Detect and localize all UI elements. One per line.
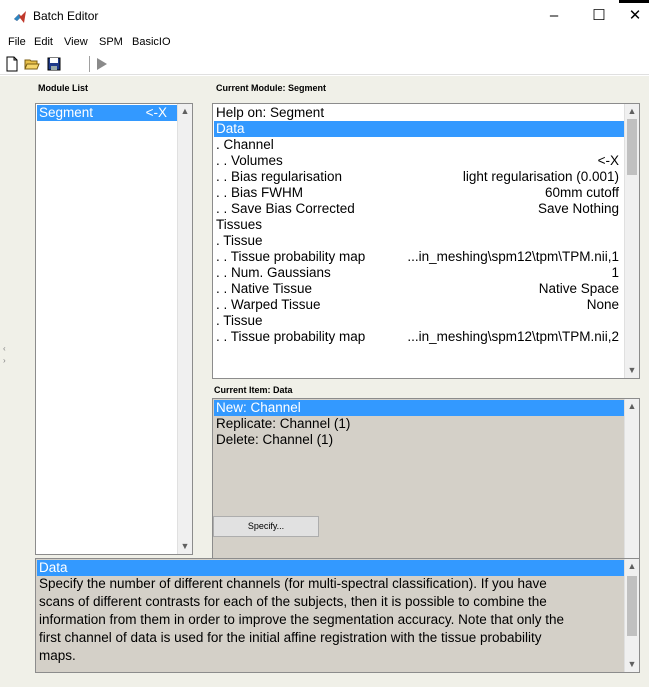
row-label: Help on: Segment	[216, 105, 325, 120]
module-row[interactable]: . . Warped Tissue None	[214, 297, 624, 313]
specify-button[interactable]: Specify...	[213, 516, 319, 537]
scroll-down-arrow-icon[interactable]: ▼	[625, 363, 639, 378]
scroll-thumb[interactable]	[627, 119, 637, 175]
item-row[interactable]: New: Channel	[214, 400, 624, 416]
row-label: . . Tissue probability map	[216, 249, 366, 264]
scroll-down-arrow-icon[interactable]: ▼	[625, 657, 639, 672]
close-button[interactable]: ✕	[621, 4, 649, 28]
module-list-label: Module List	[38, 83, 88, 93]
menu-bar: File Edit View SPM BasicIO	[0, 32, 649, 52]
module-row[interactable]: . . Num. Gaussians 1	[214, 265, 624, 281]
row-value: light regularisation (0.001)	[462, 169, 619, 184]
run-play-icon[interactable]	[94, 56, 110, 72]
current-module-scrollbar[interactable]: ▲ ▼	[624, 104, 639, 378]
row-value: Save Nothing	[537, 201, 619, 216]
row-value: Native Space	[538, 281, 619, 296]
toolbar-separator	[89, 56, 90, 72]
item-row[interactable]: Replicate: Channel (1)	[214, 416, 624, 432]
module-list[interactable]: Segment <-X ▲ ▼	[35, 103, 193, 555]
open-folder-icon[interactable]	[24, 56, 40, 72]
help-line: maps.	[39, 648, 76, 663]
module-row[interactable]: . . Tissue probability map ...in_meshing\…	[214, 249, 624, 265]
menu-basicio[interactable]: BasicIO	[132, 36, 171, 48]
row-value: ...in_meshing\spm12\tpm\TPM.nii,2	[407, 329, 619, 344]
scroll-thumb[interactable]	[627, 576, 637, 636]
module-list-scrollbar[interactable]: ▲ ▼	[177, 104, 192, 554]
title-bar: Batch Editor – ☐ ✕	[0, 0, 649, 32]
side-tick-mark: ›	[3, 356, 6, 365]
module-row[interactable]: . Tissue	[214, 313, 624, 329]
current-item-list[interactable]: New: Channel Replicate: Channel (1) Dele…	[212, 398, 640, 573]
module-row[interactable]: . . Native Tissue Native Space	[214, 281, 624, 297]
row-label: . Channel	[216, 137, 274, 152]
row-label: . Tissue	[216, 313, 263, 328]
menu-edit[interactable]: Edit	[34, 36, 53, 48]
row-label: . . Warped Tissue	[216, 297, 321, 312]
scroll-down-arrow-icon[interactable]: ▼	[178, 539, 192, 554]
save-disk-icon[interactable]	[46, 56, 62, 72]
module-item-label: Segment	[39, 105, 94, 120]
row-label: Data	[216, 121, 245, 136]
help-line: information from them in order to improv…	[39, 612, 565, 627]
module-row[interactable]: . Tissue	[214, 233, 624, 249]
row-label: . . Volumes	[216, 153, 283, 168]
item-row[interactable]: Delete: Channel (1)	[214, 432, 624, 448]
module-row[interactable]: . . Tissue probability map ...in_meshing\…	[214, 329, 624, 345]
module-row[interactable]: . . Bias regularisation light regularisat…	[214, 169, 624, 185]
module-row[interactable]: Help on: Segment	[214, 105, 624, 121]
help-title: Data	[37, 560, 624, 576]
menu-file[interactable]: File	[8, 36, 26, 48]
scroll-up-arrow-icon[interactable]: ▲	[625, 399, 639, 414]
help-scrollbar[interactable]: ▲ ▼	[624, 559, 639, 672]
module-item-status: <-X	[145, 105, 167, 120]
current-module-label: Current Module: Segment	[216, 83, 327, 93]
window-corner-decoration	[619, 0, 649, 3]
maximize-button[interactable]: ☐	[579, 4, 619, 28]
matlab-logo-icon	[14, 11, 26, 23]
row-label: . . Save Bias Corrected	[216, 201, 355, 216]
row-label: . . Tissue probability map	[216, 329, 366, 344]
row-value: 1	[611, 265, 619, 280]
scroll-up-arrow-icon[interactable]: ▲	[625, 559, 639, 574]
help-line: first channel of data is used for the in…	[39, 630, 542, 645]
side-tick-mark: ‹	[3, 344, 6, 353]
scroll-up-arrow-icon[interactable]: ▲	[625, 104, 639, 119]
window-title: Batch Editor	[33, 9, 99, 23]
current-item-scrollbar[interactable]: ▲ ▼	[624, 399, 639, 572]
row-label: . . Bias regularisation	[216, 169, 343, 184]
row-label: . . Num. Gaussians	[216, 265, 331, 280]
module-row[interactable]: . Channel	[214, 137, 624, 153]
module-row[interactable]: Tissues	[214, 217, 624, 233]
scroll-up-arrow-icon[interactable]: ▲	[178, 104, 192, 119]
help-line: scans of different contrasts for each of…	[39, 594, 547, 609]
row-label: Tissues	[216, 217, 263, 232]
help-text-box[interactable]: Data Specify the number of different cha…	[35, 558, 640, 673]
current-item-label: Current Item: Data	[214, 385, 293, 395]
module-item-segment[interactable]: Segment <-X	[37, 105, 177, 121]
module-row[interactable]: . . Volumes <-X	[214, 153, 624, 169]
minimize-button[interactable]: –	[534, 4, 574, 28]
row-value: <-X	[597, 153, 619, 168]
module-row[interactable]: . . Bias FWHM 60mm cutoff	[214, 185, 624, 201]
module-row[interactable]: Data	[214, 121, 624, 137]
toolbar	[0, 52, 649, 75]
module-row[interactable]: . . Save Bias Corrected Save Nothing	[214, 201, 624, 217]
row-label: . . Bias FWHM	[216, 185, 303, 200]
row-value: None	[586, 297, 619, 312]
row-label: . Tissue	[216, 233, 263, 248]
row-value: ...in_meshing\spm12\tpm\TPM.nii,1	[407, 249, 619, 264]
new-document-icon[interactable]	[4, 56, 20, 72]
current-module-list[interactable]: Help on: Segment Data . Channel . . Volu…	[212, 103, 640, 379]
help-line: Specify the number of different channels…	[39, 576, 547, 591]
row-value: 60mm cutoff	[544, 185, 619, 200]
main-panel: ‹ › Module List Segment <-X ▲ ▼ Current …	[0, 76, 649, 687]
menu-spm[interactable]: SPM	[99, 36, 123, 48]
menu-view[interactable]: View	[64, 36, 88, 48]
row-label: . . Native Tissue	[216, 281, 313, 296]
